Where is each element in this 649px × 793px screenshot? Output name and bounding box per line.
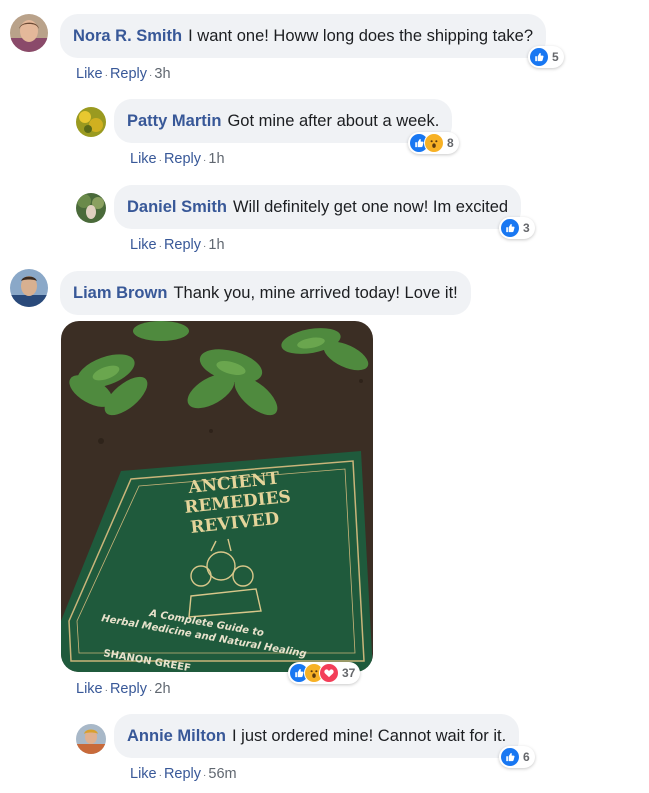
- like-link[interactable]: Like: [76, 681, 103, 697]
- comment-bubble: Daniel Smith Will definitely get one now…: [114, 185, 522, 229]
- reply-link[interactable]: Reply: [110, 66, 147, 82]
- reply-link[interactable]: Reply: [110, 681, 147, 697]
- comment-bubble: Liam Brown Thank you, mine arrived today…: [60, 271, 471, 315]
- comment-text: Got mine after about a week.: [227, 111, 440, 130]
- comment-photo[interactable]: ANCIENT REMEDIES REVIVED A Complete Guid…: [61, 321, 373, 672]
- reply-link[interactable]: Reply: [164, 766, 201, 782]
- wow-icon: [424, 133, 444, 153]
- reaction-summary[interactable]: 37: [288, 662, 361, 684]
- comment-text: Thank you, mine arrived today! Love it!: [173, 283, 458, 302]
- comment-time[interactable]: 56m: [208, 766, 236, 782]
- comment-text: Will definitely get one now! Im excited: [232, 197, 509, 216]
- comment-time[interactable]: 1h: [208, 151, 224, 167]
- avatar[interactable]: [76, 107, 106, 137]
- love-icon: [319, 663, 339, 683]
- comment-author[interactable]: Annie Milton: [127, 727, 226, 746]
- like-icon: [500, 218, 520, 238]
- comment-time[interactable]: 3h: [154, 66, 170, 82]
- comment-author[interactable]: Daniel Smith: [127, 198, 227, 217]
- comment-bubble: Nora R. Smith I want one! Howw long does…: [60, 14, 546, 58]
- avatar[interactable]: [76, 193, 106, 223]
- reaction-count: 8: [447, 136, 454, 150]
- comment-bubble: Annie Milton I just ordered mine! Cannot…: [114, 714, 520, 758]
- comment-actions: Like · Reply · 2h: [76, 681, 171, 697]
- comment-actions: Like · Reply · 1h: [130, 237, 225, 253]
- comment-time[interactable]: 1h: [208, 237, 224, 253]
- comment-text: I just ordered mine! Cannot wait for it.: [231, 726, 507, 745]
- like-link[interactable]: Like: [130, 237, 157, 253]
- reaction-summary[interactable]: 3: [499, 217, 535, 239]
- comment-author[interactable]: Patty Martin: [127, 112, 221, 131]
- comment-time[interactable]: 2h: [154, 681, 170, 697]
- like-icon: [529, 47, 549, 67]
- comment-author[interactable]: Liam Brown: [73, 284, 167, 303]
- reaction-count: 3: [523, 221, 530, 235]
- comment-text: I want one! Howw long does the shipping …: [188, 26, 533, 45]
- reaction-count: 5: [552, 50, 559, 64]
- like-link[interactable]: Like: [76, 66, 103, 82]
- like-link[interactable]: Like: [130, 766, 157, 782]
- reaction-summary[interactable]: 6: [499, 746, 535, 768]
- reply-link[interactable]: Reply: [164, 151, 201, 167]
- comment-actions: Like · Reply · 3h: [76, 66, 171, 82]
- like-link[interactable]: Like: [130, 151, 157, 167]
- avatar[interactable]: [10, 14, 48, 52]
- reaction-count: 6: [523, 750, 530, 764]
- comment-author[interactable]: Nora R. Smith: [73, 27, 182, 46]
- avatar[interactable]: [76, 724, 106, 754]
- like-icon: [500, 747, 520, 767]
- reaction-summary[interactable]: 8: [408, 132, 459, 154]
- comment-actions: Like · Reply · 1h: [130, 151, 225, 167]
- comment-actions: Like · Reply · 56m: [130, 766, 237, 782]
- avatar[interactable]: [10, 269, 48, 307]
- reaction-count: 37: [342, 666, 356, 680]
- reply-link[interactable]: Reply: [164, 237, 201, 253]
- reaction-summary[interactable]: 5: [528, 46, 564, 68]
- comment-bubble: Patty Martin Got mine after about a week…: [114, 99, 453, 143]
